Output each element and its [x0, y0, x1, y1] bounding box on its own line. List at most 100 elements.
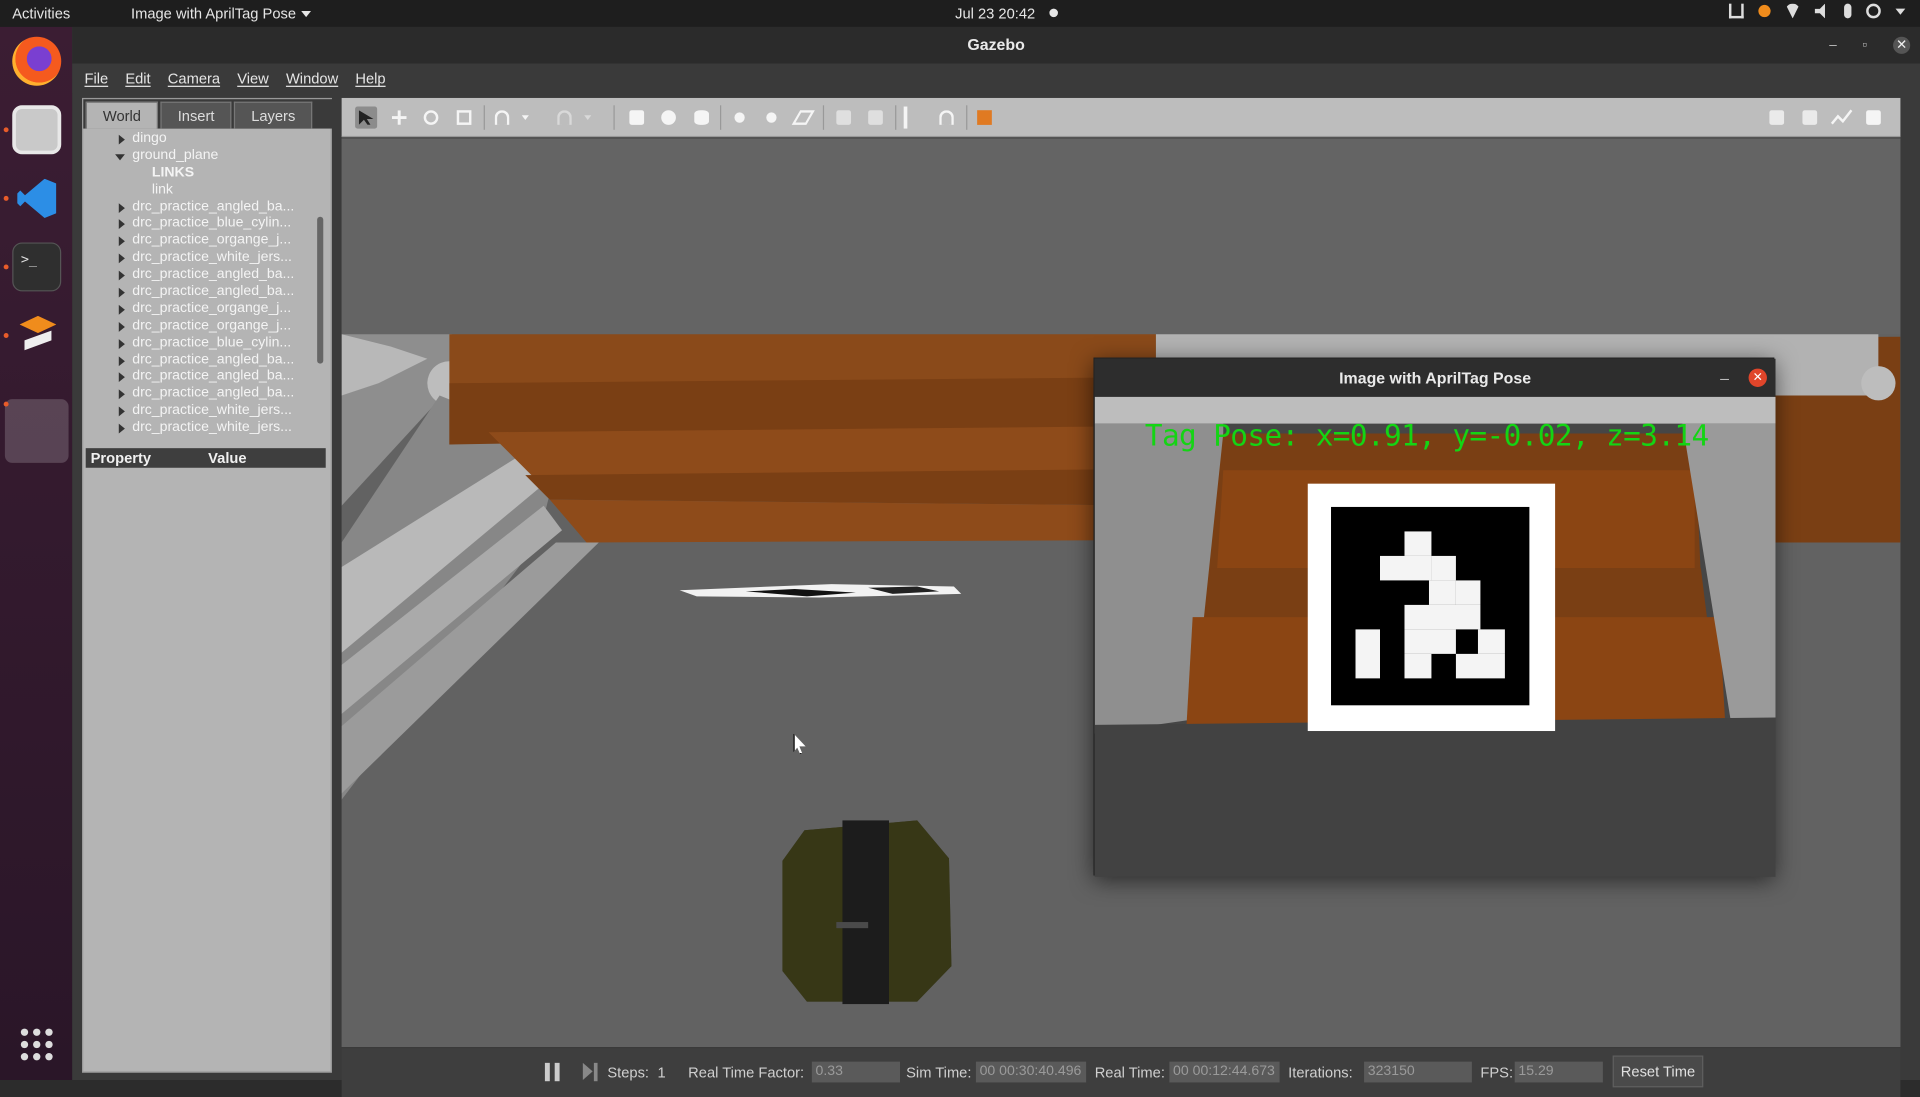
tree-item[interactable]: drc_practice_organge_j... — [83, 301, 321, 318]
undo-history-dropdown-icon[interactable] — [519, 107, 531, 129]
vscode-icon[interactable] — [12, 174, 61, 223]
image-window-titlebar[interactable]: Image with AprilTag Pose – ✕ — [1094, 358, 1776, 397]
tree-scrollbar[interactable] — [317, 216, 324, 364]
menu-window[interactable]: Window — [286, 70, 338, 87]
undo-icon[interactable] — [491, 107, 513, 129]
collapsed-arrow-icon[interactable] — [118, 338, 125, 349]
rotate-icon[interactable] — [420, 107, 442, 129]
copy-icon[interactable] — [833, 107, 855, 129]
minimize-button[interactable]: – — [1720, 359, 1729, 397]
system-tray[interactable] — [1728, 3, 1906, 19]
tree-item[interactable]: drc_practice_white_jers... — [83, 403, 321, 420]
world-tree[interactable]: dingo ground_plane LINKS link drc_practice_a… — [83, 131, 321, 447]
video-record-icon[interactable] — [1862, 107, 1884, 129]
tab-world[interactable]: World — [85, 101, 159, 129]
app-menu[interactable]: Image with AprilTag Pose — [131, 5, 311, 22]
collapsed-arrow-icon[interactable] — [118, 236, 125, 247]
collapsed-arrow-icon[interactable] — [118, 389, 125, 400]
tree-item[interactable]: drc_practice_blue_cylin... — [83, 335, 321, 352]
collapsed-arrow-icon[interactable] — [118, 372, 125, 383]
scale-icon[interactable] — [453, 107, 475, 129]
redo-history-dropdown-icon[interactable] — [582, 107, 594, 129]
tree-item[interactable]: drc_practice_white_jers... — [83, 420, 321, 437]
redo-icon[interactable] — [553, 107, 575, 129]
menu-edit[interactable]: Edit — [125, 70, 150, 87]
power-icon[interactable] — [1866, 3, 1881, 19]
chevron-down-icon[interactable] — [1895, 7, 1906, 15]
files-icon[interactable] — [12, 105, 62, 155]
microphone-icon[interactable] — [1844, 3, 1852, 19]
spot-light-icon[interactable] — [760, 107, 782, 129]
tree-item[interactable]: drc_practice_angled_ba... — [83, 352, 321, 369]
select-arrow-icon[interactable] — [355, 106, 378, 129]
expanded-arrow-icon[interactable] — [115, 154, 125, 161]
close-button[interactable]: ✕ — [1748, 368, 1767, 387]
menu-help[interactable]: Help — [355, 70, 385, 87]
tree-item[interactable]: dingo — [83, 131, 321, 148]
step-button[interactable] — [582, 1062, 598, 1082]
gazebo-titlebar[interactable]: Gazebo – ▫ ✕ — [72, 26, 1920, 64]
firefox-icon[interactable] — [12, 36, 62, 86]
collapsed-arrow-icon[interactable] — [118, 321, 125, 332]
active-app-slot[interactable] — [4, 399, 69, 463]
tree-item[interactable]: drc_practice_white_jers... — [83, 250, 321, 267]
tree-item[interactable]: drc_practice_organge_j... — [83, 233, 321, 250]
directional-light-icon[interactable] — [786, 107, 821, 129]
collapsed-arrow-icon[interactable] — [118, 134, 125, 145]
collapsed-arrow-icon[interactable] — [118, 287, 125, 298]
sublime-text-icon[interactable] — [12, 311, 61, 360]
tree-item[interactable]: drc_practice_blue_cylin... — [83, 216, 321, 233]
screenshot-icon[interactable] — [1766, 107, 1788, 129]
activities-button[interactable]: Activities — [12, 5, 70, 22]
plot-icon[interactable] — [1830, 107, 1853, 129]
volume-icon[interactable] — [1814, 3, 1825, 19]
collapsed-arrow-icon[interactable] — [118, 219, 125, 230]
clock[interactable]: Jul 23 20:42 — [955, 5, 1035, 22]
steps-spinner[interactable]: 1 — [658, 1064, 666, 1081]
reset-time-button[interactable]: Reset Time — [1612, 1055, 1704, 1088]
pause-button[interactable] — [544, 1062, 560, 1082]
network-icon[interactable] — [1728, 3, 1744, 19]
menu-view[interactable]: View — [237, 70, 269, 87]
tree-item[interactable]: drc_practice_angled_ba... — [83, 369, 321, 386]
close-button[interactable]: ✕ — [1893, 36, 1911, 54]
align-icon[interactable] — [903, 106, 926, 129]
show-applications-icon[interactable] — [20, 1028, 53, 1061]
tab-insert[interactable]: Insert — [160, 101, 232, 129]
collapsed-arrow-icon[interactable] — [118, 355, 125, 366]
collapsed-arrow-icon[interactable] — [118, 253, 125, 264]
wifi-icon[interactable] — [1785, 3, 1801, 19]
terminal-icon[interactable]: >_ — [12, 242, 62, 292]
menu-file[interactable]: File — [84, 70, 108, 87]
tree-item[interactable]: LINKS — [83, 165, 321, 182]
menu-camera[interactable]: Camera — [168, 70, 220, 87]
view-angle-icon[interactable] — [973, 107, 995, 129]
box-icon[interactable] — [626, 107, 648, 129]
update-indicator-icon[interactable] — [1758, 4, 1771, 18]
tree-item[interactable]: drc_practice_angled_ba... — [83, 267, 321, 284]
minimize-button[interactable]: – — [1824, 37, 1841, 54]
sphere-icon[interactable] — [658, 107, 680, 129]
maximize-button[interactable]: ▫ — [1856, 37, 1873, 54]
translate-icon[interactable] — [388, 107, 410, 129]
collapsed-arrow-icon[interactable] — [118, 304, 125, 315]
tree-item[interactable]: drc_practice_angled_ba... — [83, 386, 321, 403]
real-time-label: Real Time: — [1094, 1064, 1165, 1082]
collapsed-arrow-icon[interactable] — [118, 202, 125, 213]
paste-icon[interactable] — [864, 107, 886, 129]
tree-item[interactable]: link — [83, 182, 321, 199]
magnet-icon[interactable] — [936, 107, 958, 129]
tree-item[interactable]: drc_practice_angled_ba... — [83, 284, 321, 301]
point-light-icon[interactable] — [729, 107, 751, 129]
log-icon[interactable] — [1799, 107, 1821, 129]
iterations-label: Iterations: — [1288, 1064, 1353, 1082]
cylinder-icon[interactable] — [691, 107, 713, 129]
tree-item[interactable]: drc_practice_organge_j... — [83, 318, 321, 335]
tree-item[interactable]: ground_plane — [83, 148, 321, 165]
collapsed-arrow-icon[interactable] — [118, 270, 125, 281]
tab-layers[interactable]: Layers — [234, 101, 313, 129]
tree-item[interactable]: drc_practice_angled_ba... — [83, 199, 321, 216]
collapsed-arrow-icon[interactable] — [118, 423, 125, 434]
collapsed-arrow-icon[interactable] — [118, 406, 125, 417]
window-title: Gazebo — [967, 35, 1025, 54]
